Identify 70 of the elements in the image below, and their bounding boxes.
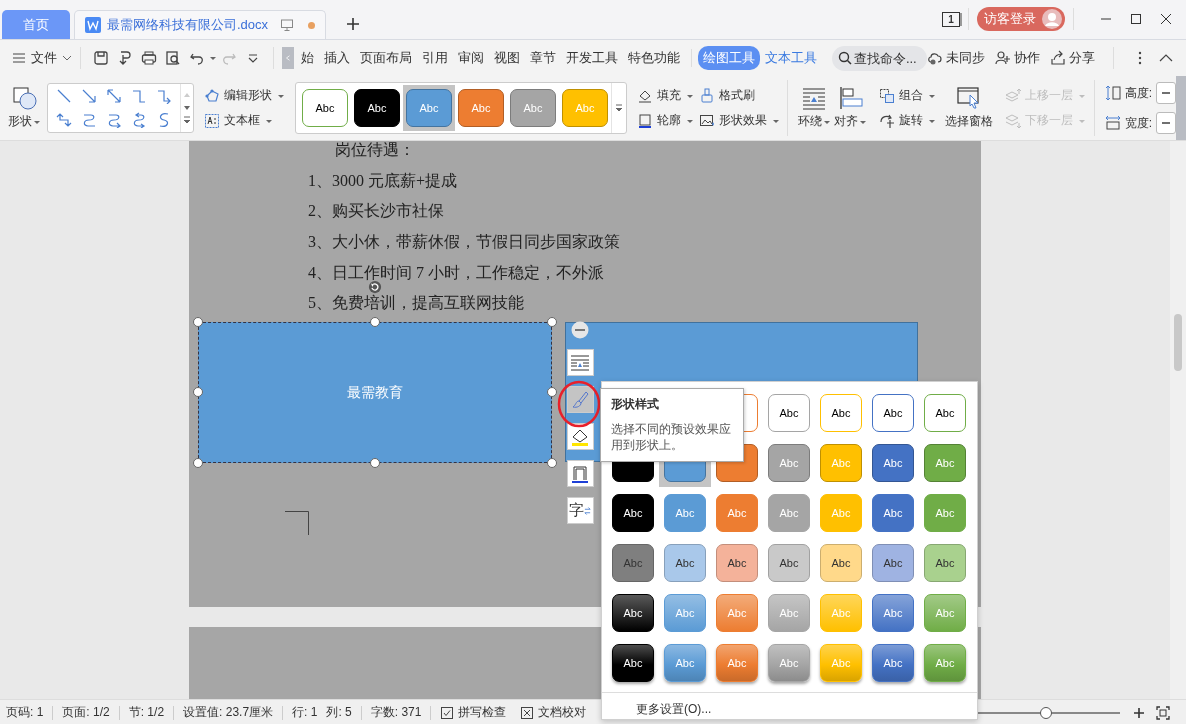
document-line: 4、日工作时间 7 小时，工作稳定，不外派 <box>308 263 604 281</box>
shape-text: 最需教育 <box>347 383 403 402</box>
ribbon-tab[interactable]: 引用 <box>416 46 453 70</box>
status-text: 列: 5 <box>326 704 352 721</box>
ribbon-tab[interactable]: 特色功能 <box>622 46 685 70</box>
style-swatch[interactable]: Abc <box>716 544 758 582</box>
shape-button[interactable]: 形状 <box>8 86 41 130</box>
style-swatch[interactable]: Abc <box>872 444 914 482</box>
status-text: 行: 1 <box>292 704 318 721</box>
style-swatch[interactable]: Abc <box>872 494 914 532</box>
text-direction-button[interactable]: 字 <box>566 497 594 524</box>
search-field[interactable]: 查找命令... <box>831 45 927 71</box>
style-swatch[interactable]: Abc <box>924 394 966 432</box>
ribbon-tab[interactable]: 章节 <box>524 46 561 70</box>
ribbon-tab[interactable]: 审阅 <box>452 46 489 70</box>
width-label: 宽度: <box>1124 114 1152 132</box>
group-button[interactable]: 组合 <box>878 87 936 104</box>
ribbon-tab[interactable]: 页面布局 <box>354 46 417 70</box>
status-text: 页面: 1/2 <box>62 704 110 721</box>
ribbon-tab[interactable]: 插入 <box>318 46 355 70</box>
window-count-button[interactable]: 1 <box>942 11 960 27</box>
style-swatch[interactable]: Abc <box>820 394 862 432</box>
document-line: 3、大小休，带薪休假，节假日同步国家政策 <box>308 233 620 251</box>
ribbon-tab[interactable]: 视图 <box>488 46 525 70</box>
status-text: 字数: 371 <box>370 704 422 721</box>
sync-button[interactable]: 未同步 <box>927 49 985 67</box>
tooltip-text: 选择不同的预设效果应用到形状上。 <box>611 421 732 453</box>
style-swatch[interactable]: Abc <box>924 544 966 582</box>
status-text: 设置值: 23.7厘米 <box>183 704 274 721</box>
style-swatch[interactable]: Abc <box>354 89 400 127</box>
ribbon-tab[interactable]: 开发工具 <box>560 46 623 70</box>
document-tab[interactable]: 最需网络科技有限公司.docx <box>74 10 326 39</box>
selection-pane-button[interactable]: 选择窗格 <box>943 86 995 130</box>
style-swatch[interactable]: Abc <box>612 594 654 632</box>
align-button[interactable]: 对齐 <box>832 86 869 130</box>
rotate-button[interactable]: 旋转 <box>878 112 936 129</box>
text-box-button[interactable]: 文本框 <box>204 112 285 129</box>
file-menu[interactable]: 文件 <box>12 49 72 67</box>
ribbon-tab[interactable]: 始 <box>295 46 319 70</box>
style-swatch[interactable]: Abc <box>820 544 862 582</box>
document-line: 5、免费培训，提高互联网技能 <box>308 294 524 312</box>
document-line: 2、购买长沙市社保 <box>308 202 444 220</box>
ribbon-tab[interactable]: 文本工具 <box>759 46 822 70</box>
share-button[interactable]: 分享 <box>1050 49 1095 67</box>
style-swatch[interactable]: Abc <box>612 494 654 532</box>
height-label: 高度: <box>1124 84 1152 102</box>
status-text: 页码: 1 <box>6 704 44 721</box>
wrap-button[interactable]: 环绕 <box>796 86 833 130</box>
style-swatch[interactable]: Abc <box>872 594 914 632</box>
style-swatch[interactable]: Abc <box>302 89 348 127</box>
edit-shape-button[interactable]: 编辑形状 <box>204 87 285 104</box>
style-swatch[interactable]: Abc <box>872 544 914 582</box>
style-swatch[interactable]: Abc <box>872 644 914 682</box>
collaborate-button[interactable]: 协作 <box>995 49 1040 67</box>
document-line: 1、3000 元底薪+提成 <box>308 171 458 189</box>
spell-check-button[interactable]: 拼写检查 <box>440 704 507 721</box>
proofread-button[interactable]: 文档校对 <box>520 704 587 721</box>
outline-button[interactable]: 轮廓 <box>637 112 696 129</box>
status-text: 节: 1/2 <box>128 704 165 721</box>
style-swatch[interactable]: Abc <box>612 644 654 682</box>
style-swatch[interactable]: Abc <box>768 394 810 432</box>
document-line: 岗位待遇： <box>335 141 415 158</box>
shape-effects-button[interactable]: 形状效果 <box>699 112 780 129</box>
fill-button[interactable]: 填充 <box>637 87 696 104</box>
style-swatch[interactable]: Abc <box>664 544 706 582</box>
tooltip-title: 形状样式 <box>611 396 660 413</box>
format-painter-button[interactable]: 格式刷 <box>699 87 780 104</box>
style-swatch[interactable]: Abc <box>768 544 810 582</box>
style-swatch[interactable]: Abc <box>872 394 914 432</box>
more-settings-item[interactable]: 更多设置(O)... <box>602 693 712 718</box>
